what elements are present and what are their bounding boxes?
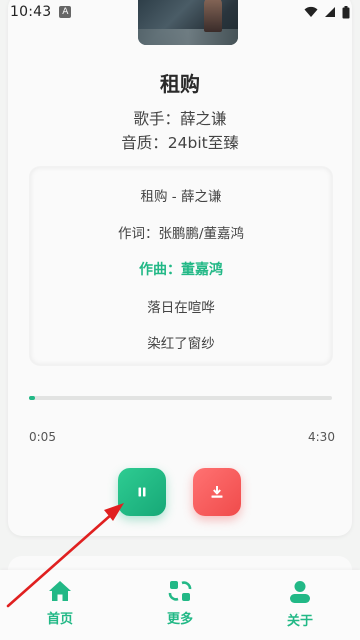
download-button[interactable] (193, 468, 241, 516)
lyric-line: 落日在喧哗 (147, 300, 215, 316)
music-player-screen: 10:43 A 租购 歌手：薛之谦 音质：24bit至臻 租购 - 薛之谦 作词… (0, 0, 360, 640)
home-icon (49, 581, 71, 601)
progress-bar[interactable] (29, 396, 332, 400)
nav-item-more[interactable]: 更多 (140, 580, 220, 627)
signal-icon (325, 7, 335, 17)
status-time: 10:43 (10, 4, 52, 20)
bottom-navigation: 首页 更多 关于 (0, 570, 360, 640)
lyric-line-active: 作曲：董嘉鸿 (139, 262, 223, 278)
nav-label-about: 关于 (286, 614, 313, 629)
status-icons (304, 5, 350, 19)
lyrics-panel[interactable]: 租购 - 薛之谦 作词：张鹏鹏/董嘉鸿 作曲：董嘉鸿 落日在喧哗 染红了窗纱 (30, 167, 332, 365)
singer-line: 歌手：薛之谦 (133, 110, 227, 128)
user-icon (290, 581, 310, 603)
nav-label-more: 更多 (166, 612, 193, 627)
status-bar: 10:43 A (0, 0, 360, 24)
nav-label-home: 首页 (46, 612, 73, 627)
quality-line: 音质：24bit至臻 (121, 134, 239, 152)
pause-button[interactable] (118, 468, 166, 516)
download-icon (211, 486, 223, 498)
cover-scenery (138, 29, 238, 45)
nav-item-about[interactable]: 关于 (260, 580, 340, 629)
more-icon (168, 581, 192, 601)
pause-icon (138, 487, 146, 497)
lyric-line: 染红了窗纱 (147, 336, 215, 352)
total-time: 4:30 (308, 430, 335, 444)
nav-item-home[interactable]: 首页 (20, 580, 100, 627)
battery-icon (342, 5, 350, 18)
wifi-icon (304, 6, 318, 17)
notification-a-icon: A (59, 6, 72, 18)
song-title: 租购 (160, 72, 200, 96)
lyric-line: 租购 - 薛之谦 (140, 189, 222, 205)
lyric-line: 作词：张鹏鹏/董嘉鸿 (117, 226, 245, 242)
current-time: 0:05 (29, 430, 56, 444)
progress-fill (29, 396, 36, 400)
